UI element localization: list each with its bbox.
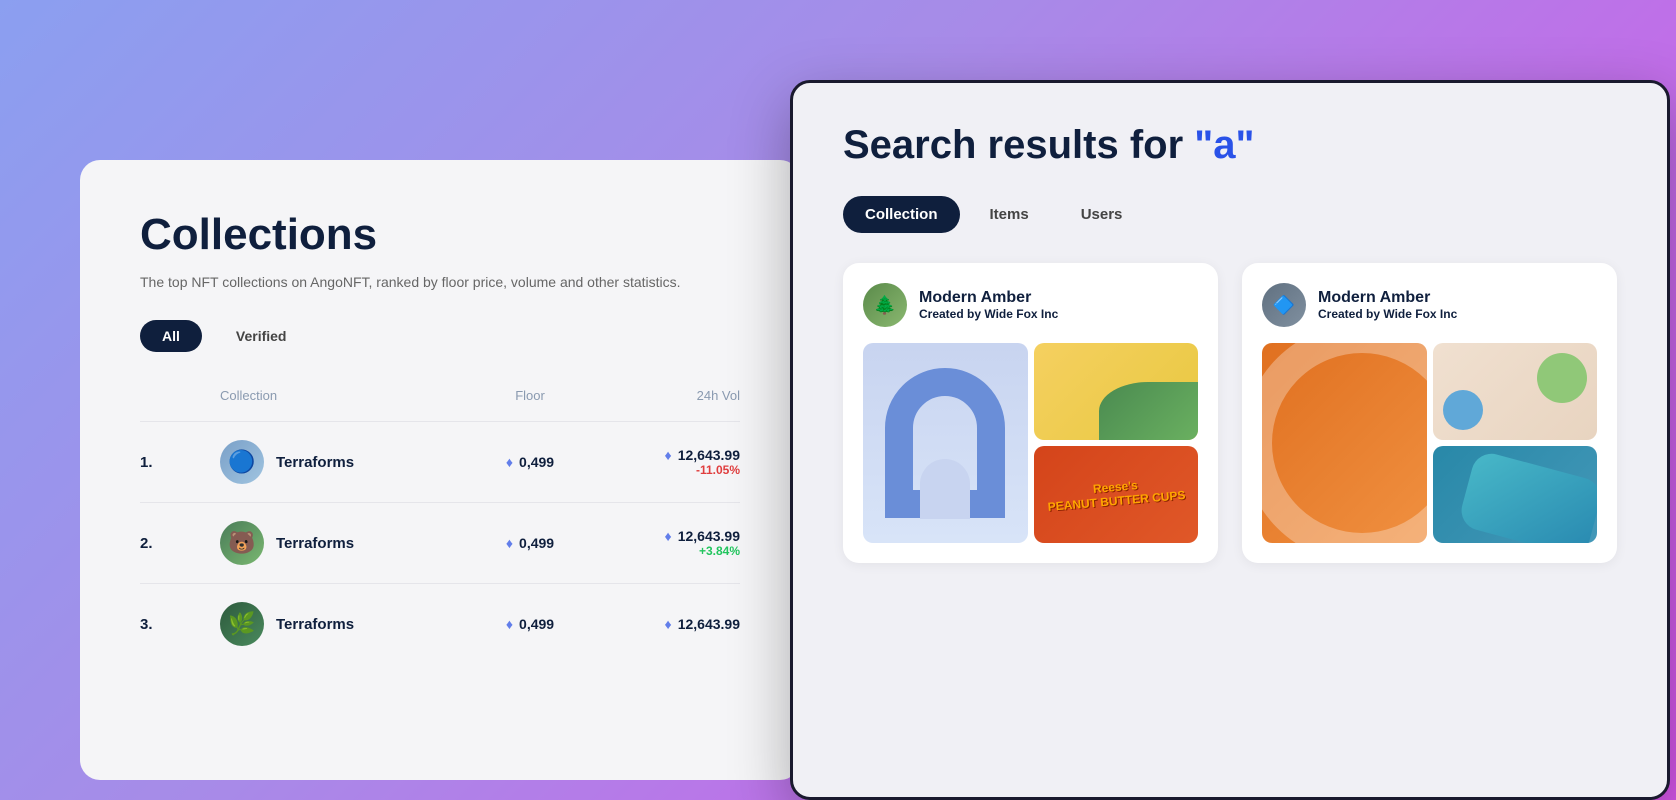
card-info: Modern Amber Created by Wide Fox Inc (1318, 289, 1457, 321)
card-info: Modern Amber Created by Wide Fox Inc (919, 289, 1058, 321)
row-collection: 🔵 Terraforms (220, 440, 470, 484)
card-avatar: 🌲 (863, 283, 907, 327)
card-creator-name: Wide Fox Inc (984, 307, 1058, 321)
table-row: 2. 🐻 Terraforms ♦ 0,499 ♦ 12,643.99 +3.8… (140, 502, 740, 583)
eth-icon: ♦ (506, 535, 513, 551)
row-collection: 🌿 Terraforms (220, 602, 470, 646)
card-creator: Created by Wide Fox Inc (1318, 307, 1457, 321)
row-number: 3. (140, 616, 220, 633)
card-avatar: 🔷 (1262, 283, 1306, 327)
left-panel: Collections The top NFT collections on A… (80, 160, 800, 780)
search-tabs: Collection Items Users (843, 196, 1617, 233)
filter-all-button[interactable]: All (140, 320, 202, 352)
card-small-image-1 (1433, 343, 1598, 440)
row-vol: ♦ 12,643.99 -11.05% (590, 447, 740, 477)
row-number: 2. (140, 535, 220, 552)
collection-avatar: 🔵 (220, 440, 264, 484)
nft-card[interactable]: 🌲 Modern Amber Created by Wide Fox Inc (843, 263, 1218, 563)
tab-collection[interactable]: Collection (843, 196, 960, 233)
eth-icon: ♦ (665, 447, 672, 463)
vol-value: 12,643.99 (678, 616, 740, 632)
collection-name: Terraforms (276, 616, 354, 633)
eth-icon: ♦ (506, 616, 513, 632)
eth-icon: ♦ (506, 454, 513, 470)
card-name: Modern Amber (919, 289, 1058, 307)
card-main-image (863, 343, 1028, 543)
card-creator: Created by Wide Fox Inc (919, 307, 1058, 321)
card-images (1262, 343, 1597, 543)
search-title-prefix: Search results for (843, 123, 1194, 167)
row-vol: ♦ 12,643.99 (590, 616, 740, 632)
collections-title: Collections (140, 210, 740, 260)
floor-value: 0,499 (519, 616, 554, 632)
search-query: "a" (1194, 123, 1254, 167)
vol-change: -11.05% (590, 463, 740, 477)
table-row: 3. 🌿 Terraforms ♦ 0,499 ♦ 12,643.99 (140, 583, 740, 664)
card-header: 🌲 Modern Amber Created by Wide Fox Inc (863, 283, 1198, 327)
floor-value: 0,499 (519, 454, 554, 470)
tab-users[interactable]: Users (1059, 196, 1145, 233)
card-creator-name: Wide Fox Inc (1383, 307, 1457, 321)
card-small-image-2: Reese'sPEANUT BUTTER CUPS (1034, 446, 1199, 543)
row-vol: ♦ 12,643.99 +3.84% (590, 528, 740, 558)
col-header-floor: Floor (470, 388, 590, 403)
eth-icon: ♦ (665, 528, 672, 544)
row-floor: ♦ 0,499 (470, 535, 590, 551)
table-header: Collection Floor 24h Vol (140, 388, 740, 413)
vol-value: 12,643.99 (678, 447, 740, 463)
row-number: 1. (140, 454, 220, 471)
cards-row: 🌲 Modern Amber Created by Wide Fox Inc (843, 263, 1617, 563)
card-creator-prefix: Created by (919, 307, 981, 321)
row-collection: 🐻 Terraforms (220, 521, 470, 565)
collection-name: Terraforms (276, 454, 354, 471)
reeses-label: Reese'sPEANUT BUTTER CUPS (1046, 474, 1186, 515)
filter-buttons: All Verified (140, 320, 740, 352)
right-device-panel: Search results for "a" Collection Items … (790, 80, 1670, 800)
card-header: 🔷 Modern Amber Created by Wide Fox Inc (1262, 283, 1597, 327)
card-images: Reese'sPEANUT BUTTER CUPS (863, 343, 1198, 543)
row-floor: ♦ 0,499 (470, 616, 590, 632)
tab-items[interactable]: Items (968, 196, 1051, 233)
table-row: 1. 🔵 Terraforms ♦ 0,499 ♦ 12,643.99 -11.… (140, 421, 740, 502)
filter-verified-button[interactable]: Verified (214, 320, 309, 352)
card-creator-prefix: Created by (1318, 307, 1380, 321)
collection-avatar: 🐻 (220, 521, 264, 565)
row-floor: ♦ 0,499 (470, 454, 590, 470)
collections-subtitle: The top NFT collections on AngoNFT, rank… (140, 274, 740, 290)
floor-value: 0,499 (519, 535, 554, 551)
nft-card[interactable]: 🔷 Modern Amber Created by Wide Fox Inc (1242, 263, 1617, 563)
eth-icon: ♦ (665, 616, 672, 632)
collection-avatar: 🌿 (220, 602, 264, 646)
vol-change: +3.84% (590, 544, 740, 558)
collection-name: Terraforms (276, 535, 354, 552)
col-header-vol: 24h Vol (590, 388, 740, 403)
vol-value: 12,643.99 (678, 528, 740, 544)
search-results-title: Search results for "a" (843, 123, 1617, 168)
card-small-image-2 (1433, 446, 1598, 543)
card-main-image (1262, 343, 1427, 543)
col-header-collection: Collection (220, 388, 470, 403)
card-name: Modern Amber (1318, 289, 1457, 307)
card-small-image-1 (1034, 343, 1199, 440)
